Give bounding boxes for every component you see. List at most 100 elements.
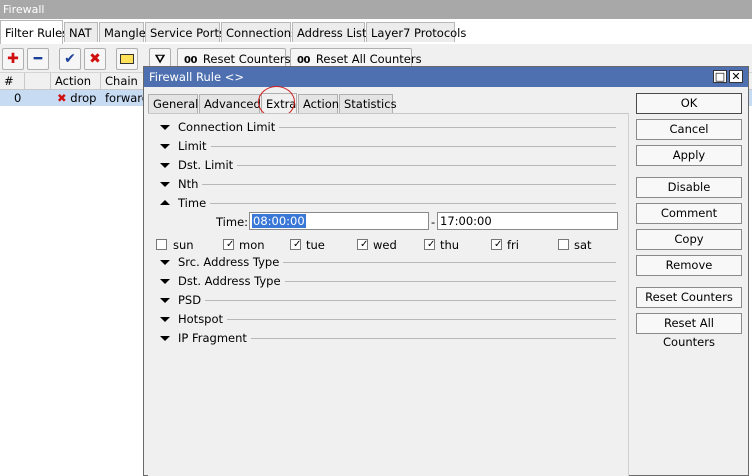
- checkbox-sun[interactable]: [156, 239, 167, 250]
- section-label: Time: [178, 195, 211, 211]
- tab-advanced[interactable]: Advanced: [199, 94, 261, 113]
- expand-arrow-icon: [160, 317, 170, 322]
- tab-filter-rules[interactable]: Filter Rules: [0, 20, 68, 44]
- section-ip-fragment[interactable]: IP Fragment: [154, 330, 616, 346]
- main-tab-bar: Filter Rules NAT Mangle Service Ports Co…: [0, 20, 752, 44]
- add-button[interactable]: ✚: [2, 48, 24, 70]
- checkbox-mon[interactable]: ✓: [223, 239, 234, 250]
- day-label-thu: thu: [440, 238, 460, 252]
- expand-arrow-icon: [160, 336, 170, 341]
- x-icon: ✖: [89, 51, 101, 67]
- section-connection-limit[interactable]: Connection Limit: [154, 119, 616, 135]
- remove-button[interactable]: ━: [27, 48, 49, 70]
- checkbox-wed[interactable]: ✓: [357, 239, 368, 250]
- section-dst-address-type[interactable]: Dst. Address Type: [154, 273, 616, 289]
- row-number: 0: [14, 91, 22, 105]
- column-header-blank[interactable]: [25, 73, 51, 89]
- row-chain: forward: [105, 91, 150, 105]
- section-label: Nth: [178, 176, 203, 192]
- section-hotspot[interactable]: Hotspot: [154, 311, 616, 327]
- counter-icon: 00: [184, 55, 197, 66]
- column-header-action[interactable]: Action: [51, 73, 101, 89]
- section-nth[interactable]: Nth: [154, 176, 616, 192]
- checkmark-icon: ✓: [360, 239, 369, 250]
- expand-arrow-icon: [160, 125, 170, 130]
- checkmark-icon: ✓: [427, 239, 436, 250]
- checkbox-thu[interactable]: ✓: [424, 239, 435, 250]
- section-label: Dst. Address Type: [178, 273, 285, 289]
- day-label-sat: sat: [574, 238, 592, 252]
- column-header-chain[interactable]: Chain: [101, 73, 145, 89]
- counter-icon: 00: [297, 55, 310, 66]
- time-field-label: Time:: [216, 215, 249, 229]
- copy-button[interactable]: Copy: [636, 229, 742, 250]
- checkmark-icon: ✓: [494, 239, 503, 250]
- reset-all-counters-label: Reset All Counters: [315, 52, 422, 66]
- tab-service-ports[interactable]: Service Ports: [145, 22, 225, 42]
- row-action: ✖ drop: [53, 90, 96, 106]
- remove-button[interactable]: Remove: [636, 255, 742, 276]
- section-time[interactable]: Time: [154, 195, 616, 211]
- comment-button[interactable]: Comment: [636, 203, 742, 224]
- dialog-title: Firewall Rule <>: [149, 70, 244, 84]
- tab-statistics[interactable]: Statistics: [339, 94, 397, 113]
- section-dst-limit[interactable]: Dst. Limit: [154, 157, 616, 173]
- checkmark-icon: ✓: [226, 239, 235, 250]
- section-label: Limit: [178, 138, 211, 154]
- maximize-button[interactable]: □: [713, 70, 727, 83]
- disable-button[interactable]: Disable: [636, 177, 742, 198]
- tab-nat[interactable]: NAT: [64, 22, 98, 42]
- day-label-tue: tue: [306, 238, 325, 252]
- collapse-arrow-icon: [160, 200, 170, 205]
- day-label-mon: mon: [239, 238, 265, 252]
- section-limit[interactable]: Limit: [154, 138, 616, 154]
- expand-arrow-icon: [160, 279, 170, 284]
- time-from-input[interactable]: 08:00:00: [249, 212, 429, 230]
- note-icon: [120, 54, 134, 64]
- close-icon: ✕: [731, 70, 741, 83]
- tab-action[interactable]: Action: [298, 94, 339, 113]
- section-src-address-type[interactable]: Src. Address Type: [154, 254, 616, 270]
- reset-all-counters-button[interactable]: Reset All Counters: [636, 313, 742, 349]
- tab-address-lists[interactable]: Address Lists: [292, 22, 373, 42]
- reset-counters-button[interactable]: Reset Counters: [636, 287, 742, 308]
- tab-mangle[interactable]: Mangle: [99, 22, 146, 42]
- row-action-label: drop: [70, 91, 97, 105]
- checkmark-icon: ✓: [293, 239, 302, 250]
- expand-arrow-icon: [160, 260, 170, 265]
- firewall-rule-dialog: Firewall Rule <> □ ✕ General Advanced Ex…: [143, 66, 749, 476]
- time-from-value: 08:00:00: [252, 214, 306, 228]
- time-to-value: 17:00:00: [440, 214, 492, 228]
- minus-icon: ━: [33, 51, 43, 67]
- section-label: Hotspot: [178, 311, 228, 327]
- reset-counters-label: Reset Counters: [202, 52, 291, 66]
- checkbox-fri[interactable]: ✓: [491, 239, 502, 250]
- checkbox-tue[interactable]: ✓: [290, 239, 301, 250]
- section-label: Dst. Limit: [178, 157, 238, 173]
- tab-connections[interactable]: Connections: [221, 22, 297, 42]
- column-header-number[interactable]: #: [0, 73, 25, 89]
- dialog-titlebar[interactable]: Firewall Rule <> □ ✕: [144, 67, 748, 87]
- section-label: Src. Address Type: [178, 254, 284, 270]
- close-button[interactable]: ✕: [729, 70, 743, 83]
- expand-arrow-icon: [160, 144, 170, 149]
- apply-button[interactable]: Apply: [636, 145, 742, 166]
- enable-button[interactable]: ✔: [59, 48, 81, 70]
- disable-button[interactable]: ✖: [84, 48, 106, 70]
- checkbox-sat[interactable]: [558, 239, 569, 250]
- tab-general[interactable]: General: [148, 94, 198, 113]
- day-label-wed: wed: [373, 238, 397, 252]
- drop-icon: ✖: [57, 91, 67, 105]
- check-icon: ✔: [64, 51, 76, 67]
- day-label-sun: sun: [173, 238, 194, 252]
- ok-button[interactable]: OK: [636, 93, 742, 114]
- cancel-button[interactable]: Cancel: [636, 119, 742, 140]
- window-title: Firewall: [0, 0, 752, 19]
- comment-button[interactable]: [116, 48, 138, 70]
- tab-layer7-protocols[interactable]: Layer7 Protocols: [366, 22, 466, 42]
- section-label: Connection Limit: [178, 119, 280, 135]
- maximize-icon: □: [714, 70, 726, 83]
- time-to-input[interactable]: 17:00:00: [437, 212, 618, 230]
- section-psd[interactable]: PSD: [154, 292, 616, 308]
- time-separator: -: [431, 215, 436, 229]
